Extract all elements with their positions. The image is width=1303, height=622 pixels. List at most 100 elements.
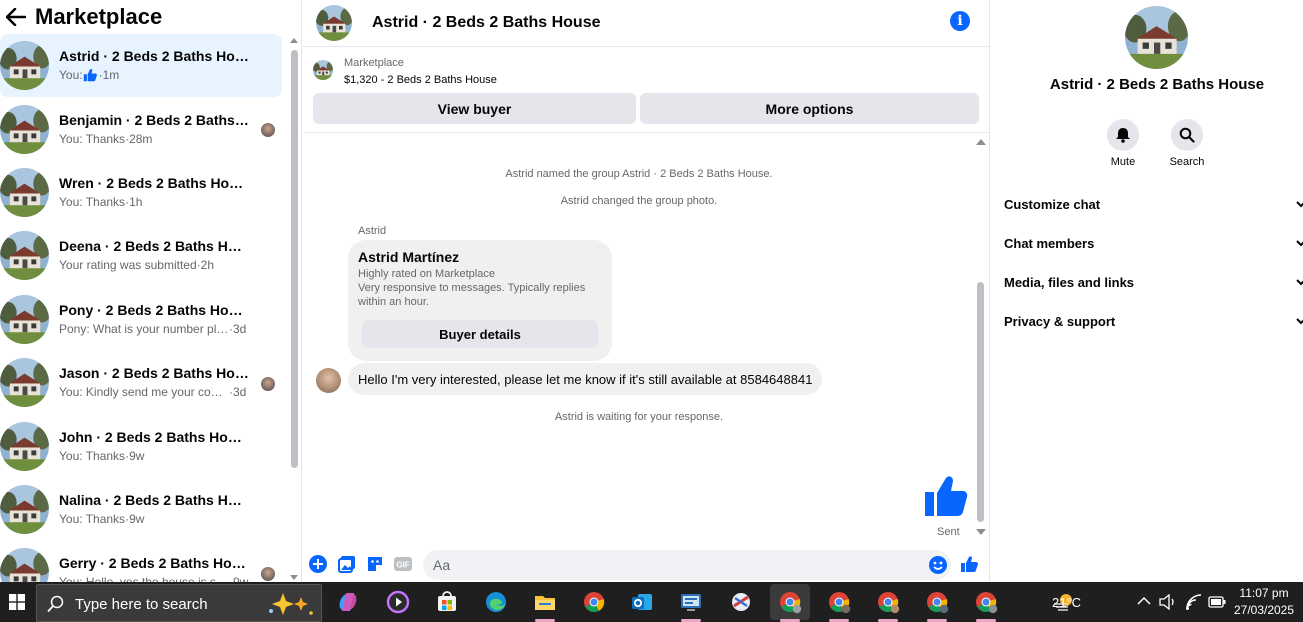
snipping-tool-icon[interactable] xyxy=(721,584,761,620)
media-player-icon[interactable] xyxy=(378,584,418,620)
section-privacy-support[interactable]: Privacy & support xyxy=(1004,306,1303,336)
buyer-responsiveness-text: Very responsive to messages. Typically r… xyxy=(358,282,586,308)
conversation-text: Benjamin · 2 Beds 2 Baths Ho... You: Than… xyxy=(59,111,249,148)
conversation-item[interactable]: John · 2 Beds 2 Baths House You: Thanks · 9… xyxy=(0,414,282,477)
listing-price-title[interactable]: $1,320 - 2 Beds 2 Baths House xyxy=(344,74,497,86)
message-input[interactable] xyxy=(433,555,913,575)
marketplace-listing-bar: Marketplace $1,320 - 2 Beds 2 Baths Hous… xyxy=(303,48,990,133)
conversation-preview-row: Your rating was submitted · 2h xyxy=(59,256,249,274)
sender-avatar[interactable] xyxy=(316,368,341,393)
svg-text:GIF: GIF xyxy=(396,561,409,570)
chrome-icon[interactable] xyxy=(574,584,614,620)
section-chat-members[interactable]: Chat members xyxy=(1004,228,1303,258)
section-customize-chat[interactable]: Customize chat xyxy=(1004,189,1303,219)
listing-thumbnail[interactable] xyxy=(313,60,333,80)
chat-avatar[interactable] xyxy=(316,5,352,41)
microsoft-store-icon[interactable] xyxy=(427,584,467,620)
chat-scroll-down-arrow[interactable] xyxy=(976,529,986,535)
conversation-text: Deena · 2 Beds 2 Baths House Your rating … xyxy=(59,237,249,274)
speaker-icon[interactable] xyxy=(1159,594,1177,610)
section-media-files-links[interactable]: Media, files and links xyxy=(1004,267,1303,297)
chevron-down-icon xyxy=(1296,279,1303,286)
conversation-item[interactable]: Benjamin · 2 Beds 2 Baths Ho... You: Than… xyxy=(0,97,282,160)
conversation-item[interactable]: Gerry · 2 Beds 2 Baths HouseYou: Hello, … xyxy=(0,541,282,582)
chrome-profile-4-icon[interactable] xyxy=(917,584,957,622)
wifi-icon[interactable] xyxy=(1185,593,1203,611)
conversation-time: 28m xyxy=(129,131,153,146)
conversation-preview-row: You: · 1m xyxy=(59,66,249,84)
edge-browser-icon[interactable] xyxy=(476,584,516,620)
outlook-icon[interactable] xyxy=(622,584,662,620)
copilot-icon[interactable] xyxy=(328,584,368,620)
search-label: Search xyxy=(1169,156,1205,168)
conversation-preview: You: Hello, yes the house is still ... xyxy=(59,573,229,582)
scroll-down-arrow[interactable] xyxy=(290,575,298,580)
conversation-text: Astrid · 2 Beds 2 Baths House You: · 1m xyxy=(59,47,249,84)
windows-taskbar: Type here to search 21°C 11:07 pm 27/03/… xyxy=(0,582,1303,622)
gallery-icon[interactable] xyxy=(338,555,356,573)
seen-by-avatar xyxy=(261,376,275,391)
group-avatar[interactable] xyxy=(1125,6,1188,69)
plus-circle-icon[interactable] xyxy=(309,555,327,573)
buyer-details-button[interactable]: Buyer details xyxy=(362,320,598,348)
temperature-readout[interactable]: 21°C xyxy=(1052,582,1081,622)
chrome-profile-5-icon[interactable] xyxy=(966,584,1006,622)
chat-scroll-thumb[interactable] xyxy=(977,282,984,522)
search-icon xyxy=(47,595,64,613)
emoji-icon[interactable] xyxy=(929,556,947,574)
conversation-time: 9w xyxy=(233,573,248,582)
conversation-preview-row: Pony: What is your number please?·3d xyxy=(59,320,249,338)
conversation-item[interactable]: Astrid · 2 Beds 2 Baths House You: · 1m xyxy=(0,34,282,98)
scroll-up-arrow[interactable] xyxy=(290,38,298,43)
incoming-message[interactable]: Hello I'm very interested, please let me… xyxy=(348,363,823,395)
chrome-profile-2-icon[interactable] xyxy=(819,584,859,622)
message-input-box[interactable] xyxy=(423,550,951,580)
conversation-name: Nalina · 2 Beds 2 Baths House xyxy=(59,491,249,508)
view-buyer-button[interactable]: View buyer xyxy=(313,93,636,124)
clock-time: 11:07 pm xyxy=(1239,586,1289,600)
conversation-avatar xyxy=(0,422,49,471)
sent-thumbs-up-icon[interactable] xyxy=(922,472,970,520)
like-send-icon[interactable] xyxy=(960,555,978,573)
conversation-item[interactable]: Deena · 2 Beds 2 Baths House Your rating … xyxy=(0,224,282,287)
file-explorer-icon[interactable] xyxy=(525,584,565,622)
system-clock[interactable]: 11:07 pm 27/03/2025 xyxy=(1226,585,1302,619)
more-options-button[interactable]: More options xyxy=(640,93,979,124)
conversation-sidebar: Marketplace Astrid · 2 Beds 2 Baths Hous… xyxy=(0,0,302,582)
conversation-preview: You: Thanks xyxy=(59,511,126,526)
conversation-preview: You: Thanks xyxy=(59,448,126,463)
conversation-name: Astrid · 2 Beds 2 Baths House xyxy=(59,48,249,65)
sidebar-scrollbar[interactable] xyxy=(290,36,299,582)
chat-scrollbar[interactable] xyxy=(976,137,986,537)
back-arrow-icon[interactable] xyxy=(4,5,28,29)
chat-title[interactable]: Astrid · 2 Beds 2 Baths House xyxy=(372,14,601,32)
chevron-down-icon xyxy=(1296,318,1303,325)
control-panel-icon[interactable] xyxy=(671,584,711,622)
conversation-item[interactable]: Nalina · 2 Beds 2 Baths House You: Thanks… xyxy=(0,478,282,541)
search-action[interactable]: Search xyxy=(1157,119,1217,168)
taskbar-search-box[interactable]: Type here to search xyxy=(36,584,322,622)
chevron-down-icon xyxy=(1296,201,1303,208)
chat-scroll-up-arrow[interactable] xyxy=(976,139,986,145)
chevron-up-icon[interactable] xyxy=(1137,596,1151,606)
chrome-profile-3-icon[interactable] xyxy=(868,584,908,622)
battery-icon[interactable] xyxy=(1208,596,1226,608)
mute-action[interactable]: Mute xyxy=(1093,119,1153,168)
conversation-item[interactable]: Pony · 2 Beds 2 Baths House Pony: What is… xyxy=(0,288,282,351)
conversation-item[interactable]: Jason · 2 Beds 2 Baths House You: Kindly … xyxy=(0,351,282,414)
sticker-icon[interactable] xyxy=(366,555,384,573)
scroll-thumb[interactable] xyxy=(291,50,298,468)
chat-header: Astrid · 2 Beds 2 Baths House i xyxy=(303,0,990,47)
search-icon[interactable] xyxy=(1171,119,1203,151)
conversation-time: 3d xyxy=(233,385,247,400)
conversation-item[interactable]: Wren · 2 Beds 2 Baths House You: Thanks · 1… xyxy=(0,161,282,224)
conversation-avatar xyxy=(0,548,49,582)
buyer-profile-card: Astrid Martínez Highly rated on Marketpl… xyxy=(348,240,612,361)
chrome-profile-1-icon[interactable] xyxy=(770,584,810,622)
bell-icon[interactable] xyxy=(1107,119,1139,151)
conversation-preview-row: You: Thanks · 1h xyxy=(59,193,249,211)
windows-start-icon[interactable] xyxy=(0,582,34,622)
gif-icon[interactable]: GIF xyxy=(394,555,412,573)
info-icon[interactable]: i xyxy=(950,11,970,31)
buyer-name: Astrid Martínez xyxy=(358,249,460,265)
